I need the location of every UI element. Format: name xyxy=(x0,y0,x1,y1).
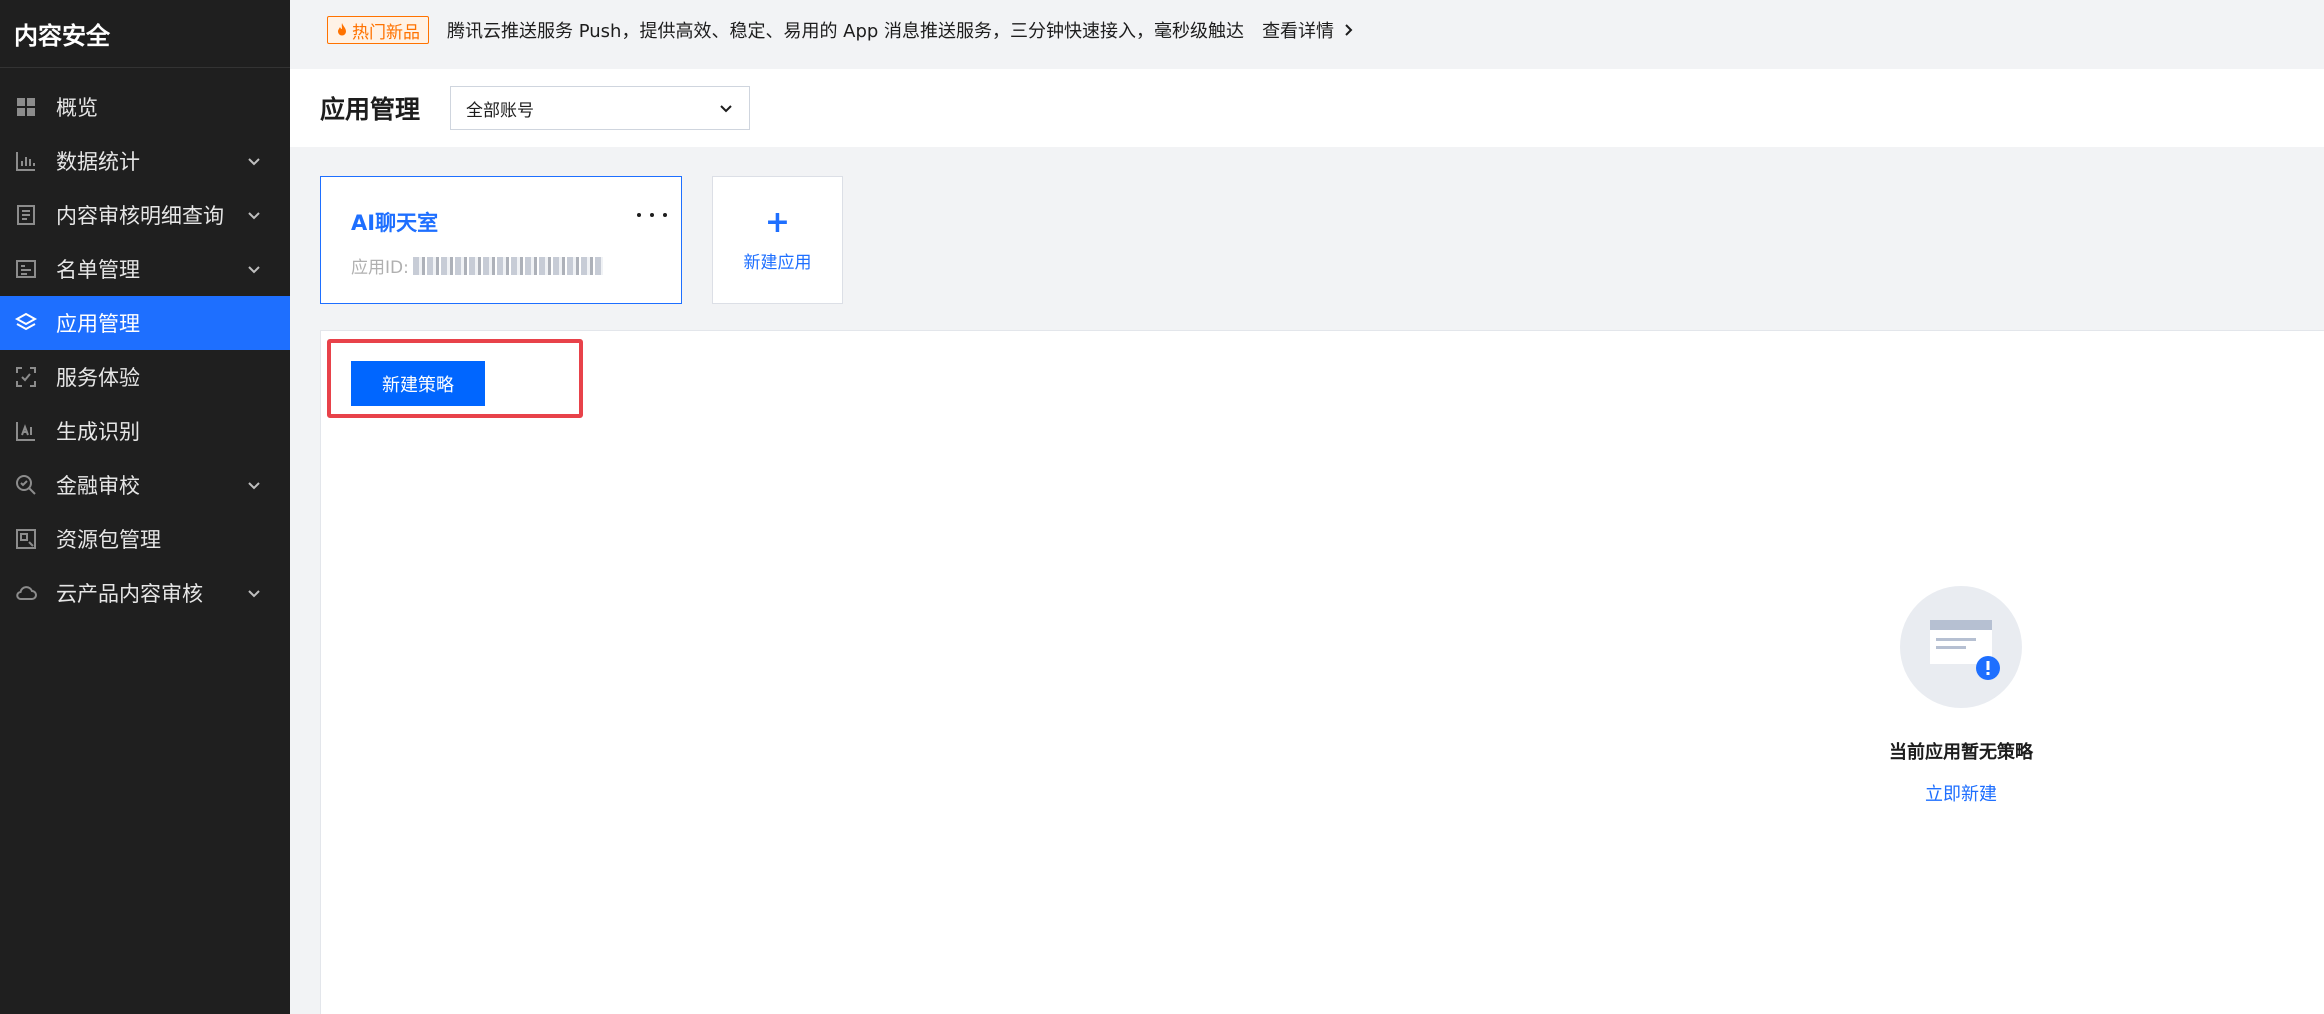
chevron-down-icon xyxy=(720,105,732,113)
app-card[interactable]: AI聊天室 应用ID: 2013208381082740 xyxy=(320,176,682,304)
account-select[interactable]: 全部账号 xyxy=(450,86,751,130)
sidebar-item-label: 内容审核明细查询 xyxy=(56,204,224,228)
plus-icon: + xyxy=(764,204,791,240)
view-details-link[interactable]: 查看详情 xyxy=(1262,17,1354,43)
ai-detect-icon xyxy=(14,419,38,443)
list-card-icon xyxy=(14,257,38,281)
brand-title: 内容安全 xyxy=(0,0,290,68)
sidebar-item-label: 数据统计 xyxy=(56,150,140,174)
sidebar-nav: 概览 数据统计 内容审核明细查询 名单管理 应用管理 服务体验 生成识别 金融审… xyxy=(0,80,290,620)
chevron-down-icon xyxy=(248,482,260,490)
chevron-down-icon xyxy=(248,212,260,220)
sidebar-item-statistics[interactable]: 数据统计 xyxy=(0,134,290,188)
sidebar-item-label: 金融审校 xyxy=(56,474,140,498)
app-id-label: 应用ID: xyxy=(351,258,409,278)
sidebar-item-service-experience[interactable]: 服务体验 xyxy=(0,350,290,404)
sidebar-item-overview[interactable]: 概览 xyxy=(0,80,290,134)
create-now-link[interactable]: 立即新建 xyxy=(1925,780,1997,806)
chevron-right-icon xyxy=(1345,24,1353,36)
layers-icon xyxy=(14,311,38,335)
dashboard-icon xyxy=(14,95,38,119)
app-id: 应用ID: 2013208381082740 xyxy=(351,253,651,278)
sidebar-item-label: 应用管理 xyxy=(56,312,140,336)
announcement-bar: 热门新品 腾讯云推送服务 Push，提供高效、稳定、易用的 App 消息推送服务… xyxy=(290,0,2324,60)
sidebar-item-label: 生成识别 xyxy=(56,420,140,444)
dot xyxy=(663,213,667,217)
more-options-button[interactable] xyxy=(637,207,667,223)
hot-product-badge[interactable]: 热门新品 xyxy=(327,16,429,44)
sidebar: 内容安全 概览 数据统计 内容审核明细查询 名单管理 应用管理 服务体验 生成识… xyxy=(0,0,290,1014)
page-header: 应用管理 全部账号 xyxy=(290,69,2324,147)
sidebar-item-cloud-review[interactable]: 云产品内容审核 xyxy=(0,566,290,620)
account-select-value: 全部账号 xyxy=(466,100,535,121)
chevron-down-icon xyxy=(248,158,260,166)
sidebar-item-review-query[interactable]: 内容审核明细查询 xyxy=(0,188,290,242)
app-id-value: 2013208381082740 xyxy=(412,256,603,275)
empty-state: 当前应用暂无策略 立即新建 xyxy=(1811,586,2111,806)
sidebar-item-label: 概览 xyxy=(56,96,98,120)
dot xyxy=(650,213,654,217)
chevron-down-icon xyxy=(248,590,260,598)
sidebar-item-label: 服务体验 xyxy=(56,366,140,390)
cloud-icon xyxy=(14,581,38,605)
new-app-label: 新建应用 xyxy=(743,252,812,273)
sidebar-item-label: 资源包管理 xyxy=(56,528,161,552)
sidebar-item-list-management[interactable]: 名单管理 xyxy=(0,242,290,296)
empty-title: 当前应用暂无策略 xyxy=(1889,742,2033,763)
sidebar-item-app-management[interactable]: 应用管理 xyxy=(0,296,290,350)
new-strategy-button[interactable]: 新建策略 xyxy=(351,361,485,406)
empty-illustration-icon xyxy=(1900,586,2022,708)
strategy-panel: 新建策略 当前应用暂无策略 立即新建 xyxy=(320,330,2324,1014)
hot-badge-label: 热门新品 xyxy=(352,22,420,43)
bar-chart-icon xyxy=(14,149,38,173)
view-details-label: 查看详情 xyxy=(1262,21,1335,42)
sidebar-item-generation-detect[interactable]: 生成识别 xyxy=(0,404,290,458)
dot xyxy=(637,213,641,217)
package-icon xyxy=(14,527,38,551)
search-check-icon xyxy=(14,473,38,497)
sidebar-item-label: 云产品内容审核 xyxy=(56,582,203,606)
sidebar-item-finance-review[interactable]: 金融审校 xyxy=(0,458,290,512)
scan-check-icon xyxy=(14,365,38,389)
chevron-down-icon xyxy=(248,266,260,274)
document-icon xyxy=(14,203,38,227)
sidebar-item-resource-package[interactable]: 资源包管理 xyxy=(0,512,290,566)
page-title: 应用管理 xyxy=(320,95,421,124)
announcement-text: 腾讯云推送服务 Push，提供高效、稳定、易用的 App 消息推送服务，三分钟快… xyxy=(447,21,1245,42)
flame-icon xyxy=(338,23,346,36)
new-app-button[interactable]: + 新建应用 xyxy=(712,176,843,304)
app-name: AI聊天室 xyxy=(351,211,439,235)
sidebar-item-label: 名单管理 xyxy=(56,258,140,282)
